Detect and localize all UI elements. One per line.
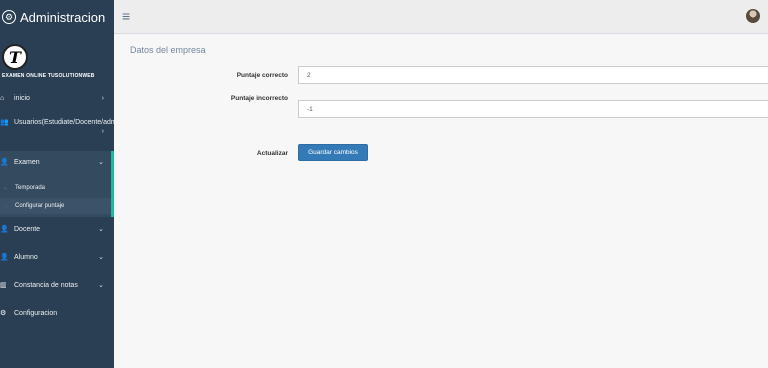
sidebar-subitem-configurar-puntaje[interactable]: Configurar puntaje <box>0 198 111 214</box>
user-icon: 👤 <box>0 254 9 261</box>
logo-emblem: T <box>2 44 28 70</box>
puntaje-incorrecto-input[interactable]: -1 <box>298 100 768 118</box>
gear-icon: ⚙ <box>2 10 16 24</box>
puntaje-correcto-label: Puntaje correcto <box>236 72 288 79</box>
app-title: Administracion <box>20 9 106 25</box>
sidebar-item-label: Docente <box>14 225 41 233</box>
sidebar-item-usuarios[interactable]: 👥 Usuarios(Estudiate/Docente/admin) › <box>0 118 125 144</box>
chevron-down-icon: ⌄ <box>98 159 104 166</box>
chevron-right-icon: › <box>101 128 104 135</box>
sidebar-subitem-label: Configurar puntaje <box>15 203 65 209</box>
home-icon: ⌂ <box>0 94 5 102</box>
brand[interactable]: ⚙ Administracion <box>0 0 114 34</box>
logo-text: EXAMEN ONLINE TUSOLUTIONWEB <box>2 73 95 79</box>
avatar[interactable] <box>746 9 760 23</box>
sidebar-item-inicio[interactable]: ⌂ inicio › <box>0 90 114 106</box>
chevron-down-icon: ⌄ <box>98 226 104 233</box>
users-icon: 👥 <box>0 119 9 126</box>
gear-icon: ⚙ <box>0 310 7 317</box>
sidebar-item-label: Alumno <box>14 253 38 261</box>
puntaje-correcto-input[interactable]: 2 <box>298 66 768 84</box>
sidebar-item-alumno[interactable]: 👤 Alumno ⌄ <box>0 249 114 265</box>
chevron-down-icon: ⌄ <box>98 254 104 261</box>
topbar: ≡ <box>114 0 768 34</box>
sidebar-item-label: Usuarios(Estudiate/Docente/admin) <box>14 119 125 126</box>
sidebar: ⚙ Administracion T EXAMEN ONLINE TUSOLUT… <box>0 0 125 368</box>
sidebar-item-label: Examen <box>14 158 40 166</box>
sidebar-item-constancia-de-notas[interactable]: ▥ Constancia de notas ⌄ <box>0 277 114 293</box>
sidebar-item-label: inicio <box>14 94 30 102</box>
puntaje-incorrecto-label: Puntaje incorrecto <box>230 95 288 102</box>
sidebar-item-label: Constancia de notas <box>14 281 78 289</box>
sidebar-item-label: Configuracion <box>14 309 58 317</box>
page-title: Datos del empresa <box>130 45 206 55</box>
sidebar-item-docente[interactable]: 👤 Docente ⌄ <box>0 221 114 237</box>
sidebar-item-configuracion[interactable]: ⚙ Configuracion <box>0 305 114 321</box>
sidebar-subitem-label: Temporada <box>15 185 46 191</box>
hamburger-icon[interactable]: ≡ <box>122 9 130 23</box>
main-content: Datos del empresa Puntaje correcto 2 Pun… <box>114 35 768 368</box>
sidebar-subitem-temporada[interactable]: Temporada <box>0 180 111 196</box>
logo: T EXAMEN ONLINE TUSOLUTIONWEB <box>0 34 114 82</box>
user-icon: 👤 <box>0 159 9 166</box>
actualizar-label: Actualizar <box>256 150 288 157</box>
bullet-icon <box>4 205 7 208</box>
chevron-right-icon: › <box>101 94 104 102</box>
bullet-icon <box>4 187 7 190</box>
chevron-down-icon: ⌄ <box>98 282 104 289</box>
user-icon: 👤 <box>0 226 9 233</box>
bar-chart-icon: ▥ <box>0 282 7 289</box>
sidebar-item-examen[interactable]: 👤 Examen ⌄ <box>0 154 114 170</box>
save-button[interactable]: Guardar cambios <box>298 144 368 161</box>
